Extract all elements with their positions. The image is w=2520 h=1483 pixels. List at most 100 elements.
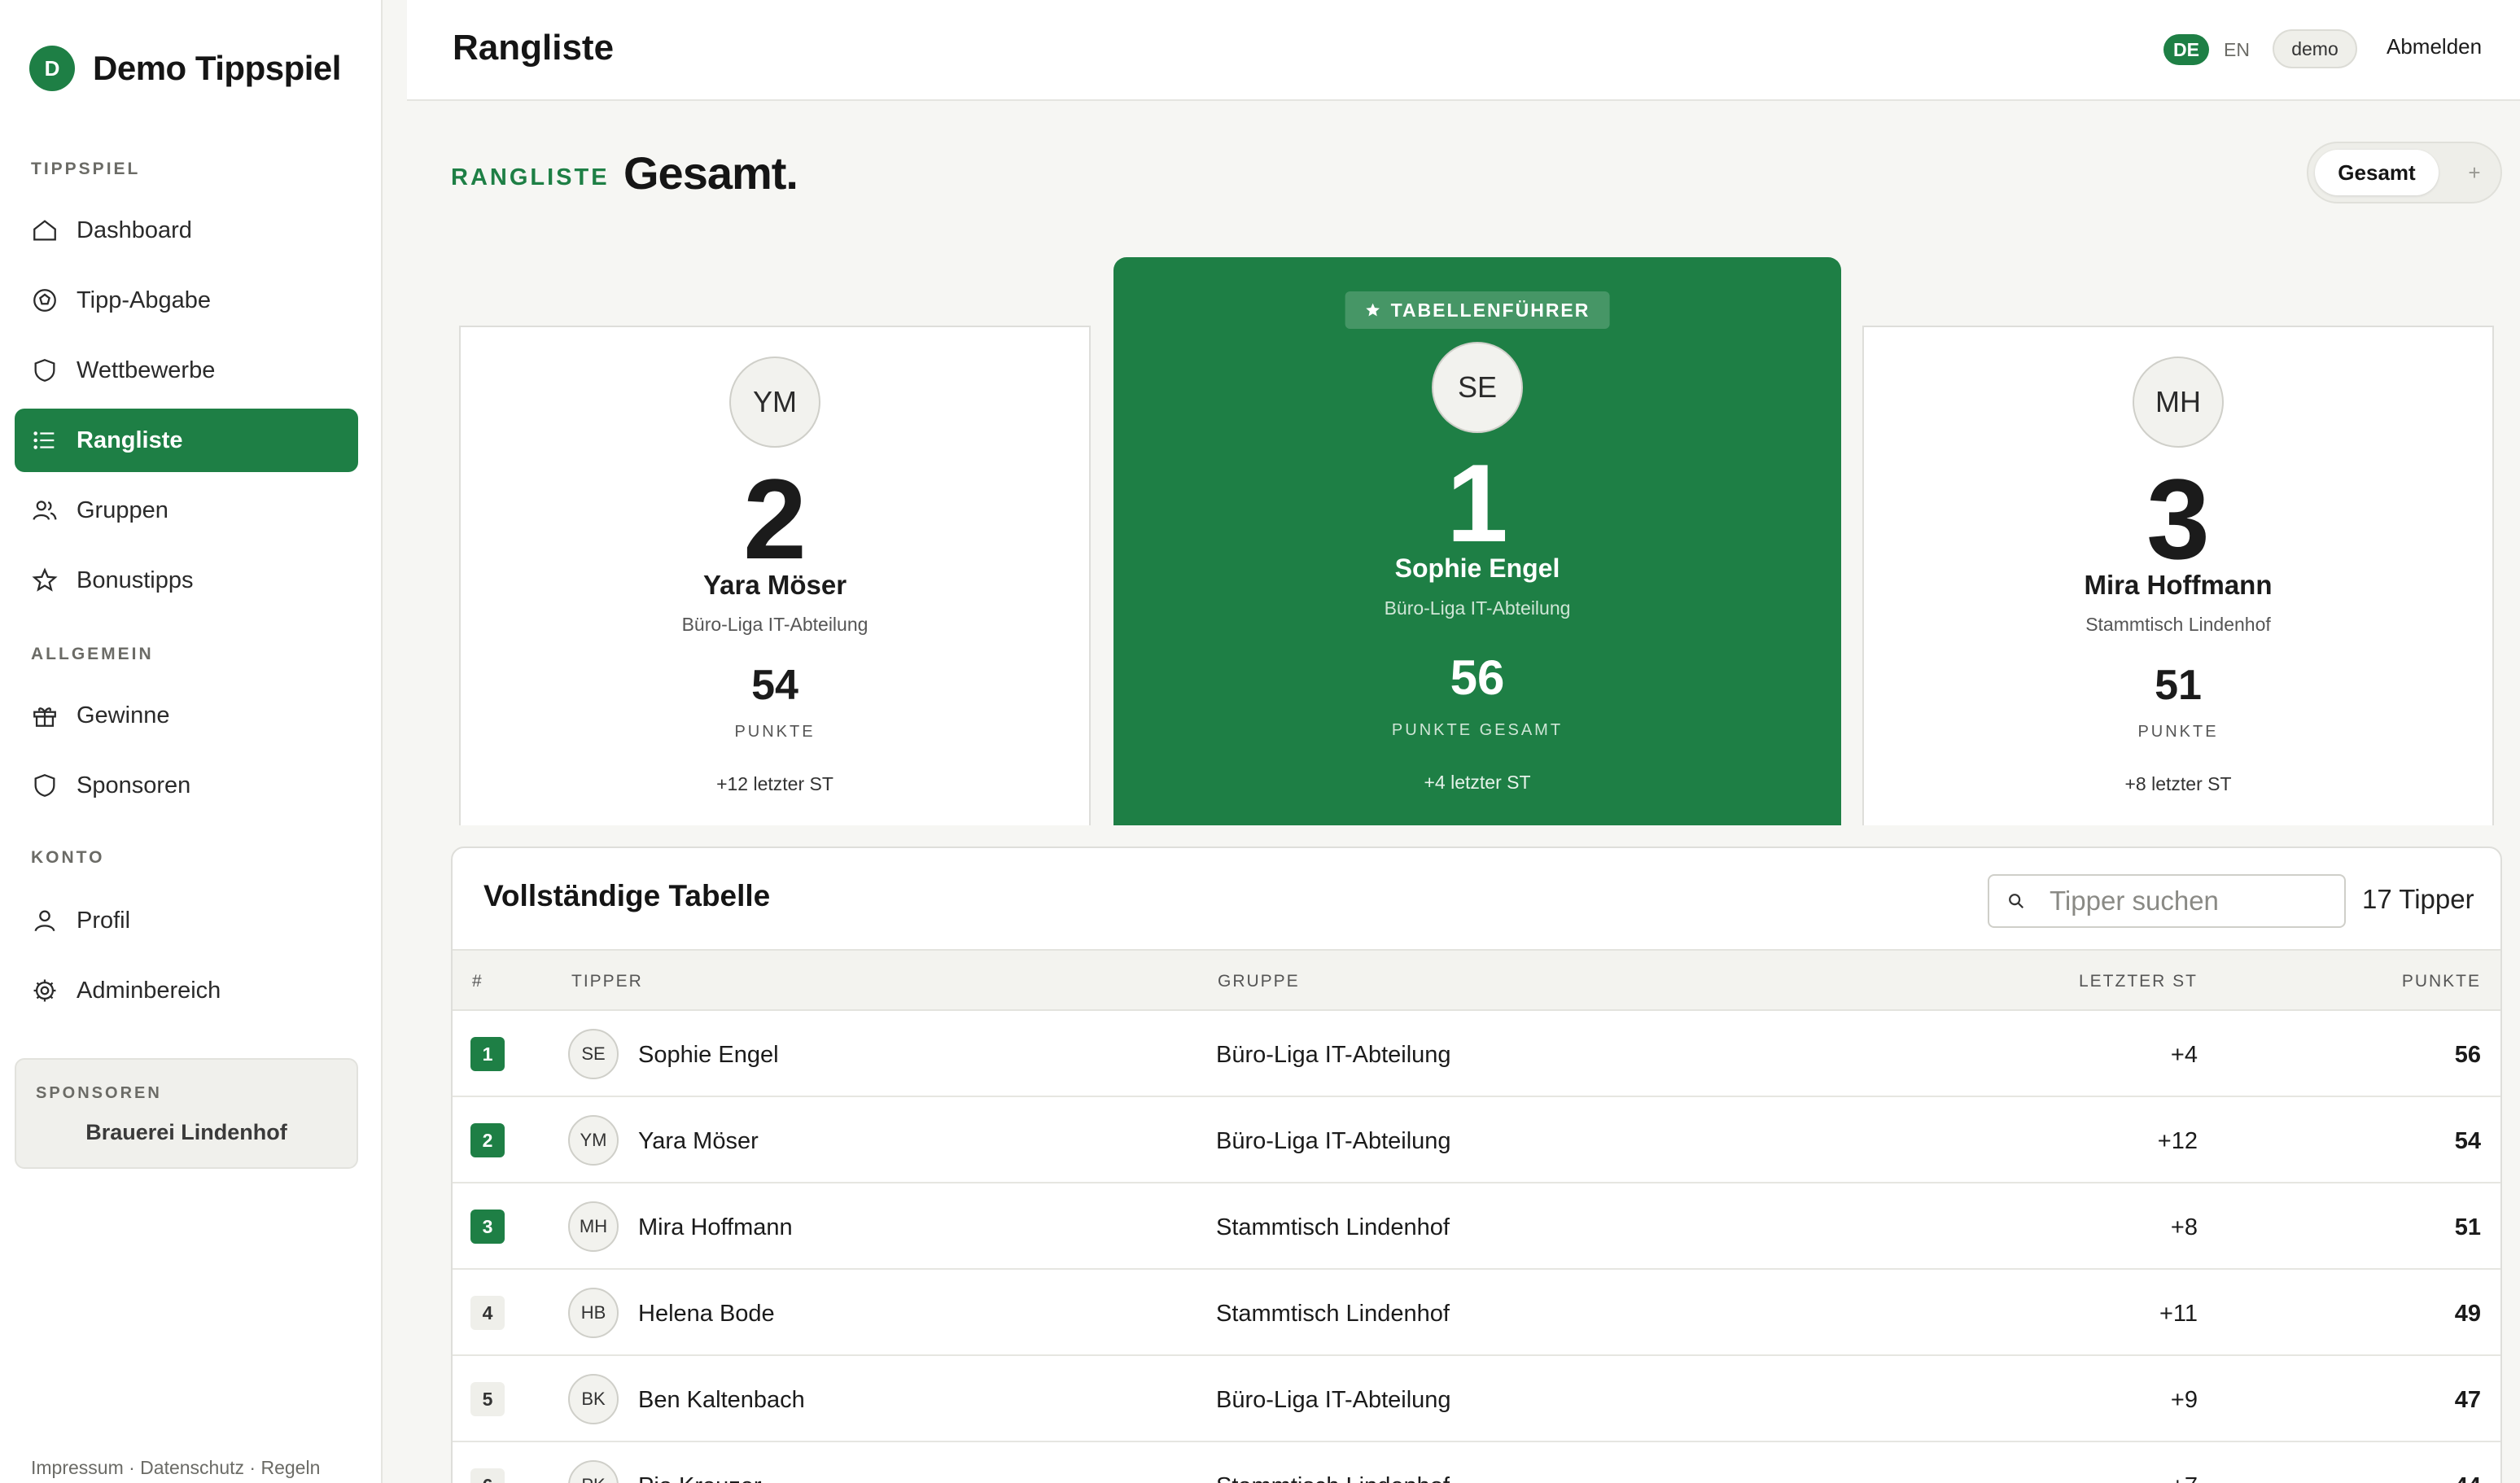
total-points: 54	[2454, 1128, 2481, 1154]
sidebar-item-tipp-abgabe[interactable]: Tipp-Abgabe	[15, 269, 358, 332]
search-box[interactable]	[1988, 874, 2346, 928]
column-header-group[interactable]: GRUPPE	[1218, 972, 1300, 991]
tipper-name[interactable]: Pia Kreuzer	[638, 1473, 762, 1483]
sidebar-item-label: Gewinne	[77, 702, 170, 728]
rank-badge: 5	[470, 1382, 505, 1416]
avatar: MH	[568, 1201, 619, 1252]
leader-badge-label: TABELLENFÜHRER	[1390, 299, 1590, 321]
avatar: MH	[2133, 357, 2224, 448]
avatar: YM	[568, 1115, 619, 1166]
search-icon	[2009, 894, 2024, 909]
list-icon	[31, 427, 59, 454]
podium-points-label: PUNKTE GESAMT	[1391, 721, 1564, 739]
podium-card-third[interactable]: MH 3 Mira Hoffmann Stammtisch Lindenhof …	[1862, 326, 2494, 825]
sidebar-item-label: Adminbereich	[77, 977, 221, 1004]
table-row[interactable]: 1 SE Sophie Engel Büro-Liga IT-Abteilung…	[453, 1011, 2500, 1097]
podium-delta: +8 letzter ST	[2124, 773, 2232, 794]
table-row[interactable]: 6 PK Pia Kreuzer Stammtisch Lindenhof +7…	[453, 1442, 2500, 1483]
sidebar-item-adminbereich[interactable]: Adminbereich	[15, 959, 358, 1022]
table-row[interactable]: 3 MH Mira Hoffmann Stammtisch Lindenhof …	[453, 1183, 2500, 1270]
group-name: Stammtisch Lindenhof	[1216, 1301, 1450, 1327]
table-row[interactable]: 4 HB Helena Bode Stammtisch Lindenhof +1…	[453, 1270, 2500, 1356]
sidebar-item-rangliste[interactable]: Rangliste	[15, 409, 358, 472]
nav-section-tippspiel: TIPPSPIEL	[31, 160, 141, 178]
total-points: 44	[2455, 1473, 2481, 1483]
tipper-name[interactable]: Ben Kaltenbach	[638, 1387, 805, 1414]
podium-points-label: PUNKTE	[734, 723, 816, 741]
rank-badge: 6	[470, 1468, 505, 1483]
last-matchday-points: +9	[2170, 1387, 2198, 1413]
sidebar-item-wettbewerbe[interactable]: Wettbewerbe	[15, 339, 358, 402]
leader-badge: TABELLENFÜHRER	[1345, 291, 1610, 329]
column-header-rank[interactable]: #	[472, 972, 483, 991]
podium-points: 54	[751, 662, 798, 709]
avatar: SE	[1432, 342, 1523, 433]
scope-add-button[interactable]: +	[2455, 150, 2494, 195]
sidebar: D Demo Tippspiel TIPPSPIEL Dashboard Tip…	[0, 0, 383, 1483]
table-row[interactable]: 5 BK Ben Kaltenbach Büro-Liga IT-Abteilu…	[453, 1356, 2500, 1442]
home-icon	[31, 217, 59, 244]
ball-icon	[31, 287, 59, 314]
language-en-button[interactable]: EN	[2224, 34, 2250, 65]
nav-section-konto: KONTO	[31, 848, 105, 867]
avatar: HB	[568, 1288, 619, 1338]
rank-badge: 1	[470, 1037, 505, 1071]
avatar: SE	[568, 1029, 619, 1079]
podium-rank: 1	[1446, 441, 1508, 565]
column-header-points[interactable]: PUNKTE	[2402, 972, 2481, 991]
tipper-name[interactable]: Yara Möser	[638, 1128, 759, 1155]
user-chip[interactable]: demo	[2273, 29, 2357, 68]
brand[interactable]: D Demo Tippspiel	[29, 46, 341, 91]
scope-gesamt-button[interactable]: Gesamt	[2315, 150, 2439, 195]
sponsor-box-label: SPONSOREN	[36, 1084, 162, 1102]
podium-rank: 3	[2146, 455, 2210, 583]
podium-name: Yara Möser	[702, 570, 847, 600]
sidebar-item-label: Sponsoren	[77, 772, 191, 798]
users-icon	[31, 497, 59, 524]
podium-group: Stammtisch Lindenhof	[2085, 614, 2271, 635]
footer-links[interactable]: Impressum · Datenschutz · Regeln	[31, 1457, 320, 1479]
total-points: 49	[2454, 1301, 2481, 1327]
total-points: 51	[2454, 1214, 2481, 1240]
podium-delta: +4 letzter ST	[1424, 772, 1531, 793]
podium-card-second[interactable]: YM 2 Yara Möser Büro-Liga IT-Abteilung 5…	[459, 326, 1091, 825]
sidebar-item-gruppen[interactable]: Gruppen	[15, 479, 358, 542]
podium-card-first[interactable]: TABELLENFÜHRER SE 1 Sophie Engel Büro-Li…	[1113, 257, 1841, 825]
sidebar-item-gewinne[interactable]: Gewinne	[15, 684, 358, 747]
topbar: Rangliste DE EN demo Abmelden	[407, 0, 2520, 101]
language-de-button[interactable]: DE	[2163, 34, 2209, 65]
shield-icon	[31, 357, 59, 384]
podium-points-label: PUNKTE	[2137, 723, 2219, 741]
sidebar-item-dashboard[interactable]: Dashboard	[15, 199, 358, 262]
tipper-name[interactable]: Sophie Engel	[638, 1042, 779, 1069]
tipper-count: 17 Tipper	[2362, 884, 2474, 914]
group-name: Büro-Liga IT-Abteilung	[1216, 1387, 1451, 1413]
section-eyebrow: RANGLISTE	[451, 164, 610, 190]
sidebar-item-bonustipps[interactable]: Bonustipps	[15, 549, 358, 612]
sidebar-item-label: Dashboard	[77, 217, 192, 243]
table-title: Vollständige Tabelle	[483, 879, 771, 912]
gear-icon	[31, 977, 59, 1004]
sidebar-item-label: Gruppen	[77, 497, 168, 523]
rank-badge: 2	[470, 1123, 505, 1157]
rank-badge: 4	[470, 1296, 505, 1330]
tipper-name[interactable]: Mira Hoffmann	[638, 1214, 793, 1241]
sponsor-box[interactable]: SPONSOREN Brauerei Lindenhof	[15, 1058, 358, 1169]
sponsor-name: Brauerei Lindenhof	[85, 1120, 287, 1144]
user-icon	[31, 907, 59, 934]
sidebar-item-label: Tipp-Abgabe	[77, 287, 211, 313]
search-input[interactable]	[2050, 886, 2326, 916]
sidebar-item-profil[interactable]: Profil	[15, 889, 358, 952]
podium-group: Büro-Liga IT-Abteilung	[1384, 597, 1571, 619]
sidebar-item-sponsoren[interactable]: Sponsoren	[15, 754, 358, 817]
table-row[interactable]: 2 YM Yara Möser Büro-Liga IT-Abteilung +…	[453, 1097, 2500, 1183]
scope-switcher: Gesamt +	[2307, 142, 2502, 203]
last-matchday-points: +12	[2157, 1128, 2198, 1154]
podium-delta: +12 letzter ST	[716, 773, 833, 794]
logout-button[interactable]: Abmelden	[2387, 34, 2482, 59]
column-header-tipper[interactable]: TIPPER	[571, 972, 643, 991]
tipper-name[interactable]: Helena Bode	[638, 1301, 775, 1328]
column-header-last[interactable]: LETZTER ST	[2079, 972, 2198, 991]
sidebar-item-label: Wettbewerbe	[77, 357, 216, 383]
last-matchday-points: +4	[2170, 1042, 2198, 1068]
